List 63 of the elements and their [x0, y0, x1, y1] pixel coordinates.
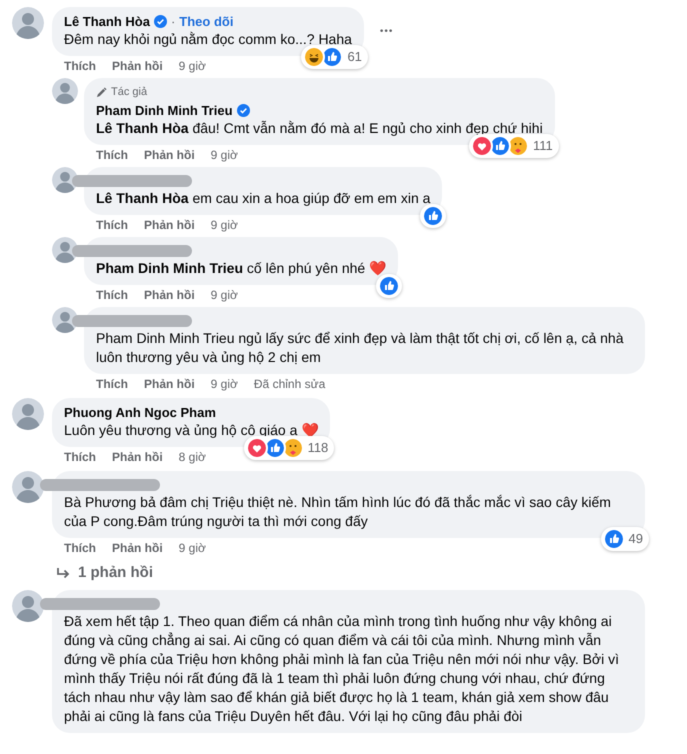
author-name[interactable]: Lê Thanh Hòa: [64, 13, 150, 30]
avatar-icon[interactable]: [52, 306, 78, 332]
reply-link[interactable]: Phản hồi: [144, 146, 195, 162]
like-link[interactable]: Thích: [96, 376, 128, 392]
like-reaction-icon: [378, 274, 400, 296]
comment-time: 9 giờ: [210, 216, 238, 232]
like-link[interactable]: Thích: [96, 286, 128, 302]
laughing-reaction-icon: [303, 46, 326, 68]
author-name[interactable]: Pham Dinh Minh Trieu: [96, 102, 233, 118]
avatar-icon[interactable]: [52, 236, 78, 262]
separator-dot: ·: [170, 13, 176, 30]
reaction-summary[interactable]: [420, 204, 446, 228]
comment-text: Đã xem hết tập 1. Theo quan điểm cá nhân của mình trong tình huống như vậy không ai đúng và cũng chẳng ai sai. Ai cũng có quan điểm và cái tôi của mình. Nhưng mình vẫn đứng về phía của Triệu hơn không phải mình là fan của Triệu nên mới nói như vậy. Bởi vì mình thấy Triệu nói rất đúng đã là 1 team thì phải luôn đứng chung với nhau, chứ đứng tách nhau như vậy làm sao để khán giả biết được họ là 1 team, khán giả xem show đâu phải ai cũng là fans của Triệu Duyên hết đâu. Với lại họ cũng đâu phải đòi: [64, 612, 620, 726]
like-link[interactable]: Thích: [96, 216, 128, 232]
heart-reaction-icon: [470, 134, 493, 156]
avatar-icon[interactable]: [12, 398, 44, 430]
like-link[interactable]: Thích: [64, 540, 96, 556]
reaction-count: 61: [346, 48, 363, 66]
pen-icon: [96, 86, 107, 98]
view-replies-link[interactable]: 1 phản hồi: [56, 562, 153, 584]
more-button[interactable]: •••: [372, 24, 402, 39]
heart-reaction-icon: [246, 436, 268, 458]
verified-icon: [154, 15, 167, 28]
avatar-icon[interactable]: [52, 166, 78, 192]
author-name[interactable]: Phuong Anh Ngoc Pham: [64, 404, 216, 420]
like-reaction-icon: [422, 204, 444, 226]
reaction-summary[interactable]: 118: [244, 436, 334, 460]
follow-link[interactable]: Theo dõi: [179, 13, 234, 30]
comment-time: 9 giờ: [210, 146, 238, 162]
comment-text: Pham Dinh Minh Trieu ngủ lấy sức để xinh đẹp và làm thật tốt chị ơi, cố lên ạ, cả nhà luôn thương yêu và ủng hộ 2 chị em: [96, 328, 624, 366]
like-link[interactable]: Thích: [96, 146, 128, 162]
comment-time: 9 giờ: [210, 286, 238, 302]
reply-link[interactable]: Phản hồi: [112, 448, 163, 464]
comment-time: 9 giờ: [178, 540, 206, 556]
reaction-count: 111: [532, 136, 554, 155]
avatar-icon[interactable]: [12, 470, 44, 502]
comment-time: 8 giờ: [178, 448, 206, 464]
reaction-summary[interactable]: 111: [468, 134, 559, 158]
like-reaction-icon: [602, 528, 625, 550]
like-link[interactable]: Thích: [64, 58, 96, 74]
reply-arrow-icon: [56, 566, 70, 579]
reaction-summary[interactable]: 49: [600, 526, 649, 550]
avatar-icon[interactable]: [52, 78, 78, 104]
reply-link[interactable]: Phản hồi: [112, 540, 163, 556]
comment-text: Lê Thanh Hòa em cau xin a hoa giúp đỡ em em xin a: [96, 188, 430, 208]
verified-icon: [236, 104, 250, 116]
reaction-summary[interactable]: [376, 274, 402, 298]
comment-text: Pham Dinh Minh Trieu cố lên phú yên nhé ❤: [96, 258, 386, 278]
reaction-count: 118: [306, 438, 330, 457]
comment-time: 9 giờ: [210, 376, 238, 392]
reaction-summary[interactable]: 61: [301, 45, 368, 69]
reaction-count: 49: [628, 530, 644, 548]
avatar-icon[interactable]: [12, 590, 44, 622]
reply-link[interactable]: Phản hồi: [144, 216, 195, 232]
edited-label: Đã chỉnh sửa: [254, 376, 326, 392]
like-link[interactable]: Thích: [64, 448, 96, 464]
avatar-icon[interactable]: [12, 7, 44, 39]
reply-link[interactable]: Phản hồi: [144, 286, 195, 302]
reply-link[interactable]: Phản hồi: [112, 58, 163, 74]
comment-time: 9 giờ: [178, 58, 206, 74]
reply-link[interactable]: Phản hồi: [144, 376, 195, 392]
like-reaction-icon: [321, 46, 344, 68]
author-label: Tác giả: [111, 85, 148, 100]
